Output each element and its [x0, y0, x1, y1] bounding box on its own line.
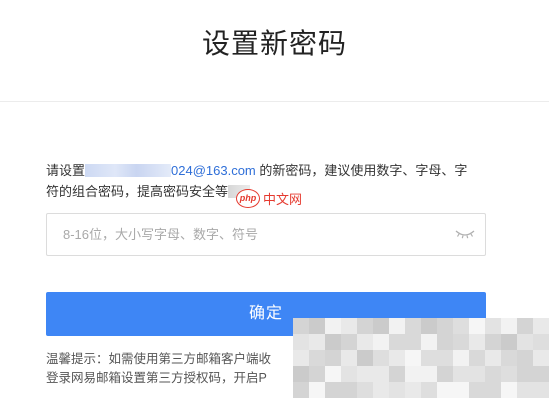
- mosaic-cell: [293, 334, 309, 350]
- mosaic-cell: [517, 366, 533, 382]
- mosaic-cell: [453, 366, 469, 382]
- mosaic-cell: [405, 382, 421, 398]
- mosaic-cell: [517, 382, 533, 398]
- mosaic-cell: [485, 350, 501, 366]
- mosaic-cell: [341, 334, 357, 350]
- mosaic-cell: [357, 366, 373, 382]
- page-header: 设置新密码: [0, 0, 549, 102]
- mosaic-cell: [373, 334, 389, 350]
- mosaic-cell: [293, 318, 309, 334]
- mosaic-cell: [309, 366, 325, 382]
- page-title: 设置新密码: [201, 28, 347, 59]
- mosaic-cell: [389, 382, 405, 398]
- mosaic-cell: [437, 350, 453, 366]
- mosaic-cell: [437, 366, 453, 382]
- mosaic-cell: [357, 318, 373, 334]
- mosaic-cell: [453, 382, 469, 398]
- mosaic-cell: [469, 366, 485, 382]
- set-new-password-page: 设置新密码 请设置 024@163.com 的新密码，建议使用数字、字母、字 符的…: [0, 0, 549, 398]
- mosaic-cell: [501, 366, 517, 382]
- eye-closed-icon[interactable]: [454, 227, 476, 241]
- mosaic-cell: [469, 382, 485, 398]
- mosaic-cell: [501, 334, 517, 350]
- mosaic-cell: [325, 334, 341, 350]
- mosaic-cell: [533, 334, 549, 350]
- mosaic-cell: [437, 334, 453, 350]
- mosaic-cell: [405, 366, 421, 382]
- pixelated-overlay: [293, 318, 549, 398]
- mosaic-cell: [341, 318, 357, 334]
- instruction-line2: 符的组合密码，提高密码安全等: [46, 184, 229, 199]
- mosaic-cell: [469, 350, 485, 366]
- mosaic-cell: [341, 350, 357, 366]
- mosaic-cell: [389, 334, 405, 350]
- mosaic-cell: [373, 382, 389, 398]
- new-password-input[interactable]: [63, 214, 443, 255]
- mosaic-cell: [485, 334, 501, 350]
- mosaic-cell: [293, 382, 309, 398]
- mosaic-cell: [341, 366, 357, 382]
- mosaic-cell: [501, 350, 517, 366]
- mosaic-cell: [389, 350, 405, 366]
- mosaic-cell: [405, 350, 421, 366]
- mosaic-cell: [469, 334, 485, 350]
- mosaic-cell: [293, 350, 309, 366]
- mosaic-cell: [421, 350, 437, 366]
- email-address: 024@163.com: [171, 163, 256, 178]
- mosaic-cell: [373, 350, 389, 366]
- mosaic-cell: [533, 318, 549, 334]
- mosaic-cell: [325, 318, 341, 334]
- mosaic-cell: [405, 334, 421, 350]
- mosaic-cell: [437, 382, 453, 398]
- mosaic-cell: [421, 334, 437, 350]
- mosaic-cell: [357, 334, 373, 350]
- mosaic-cell: [517, 334, 533, 350]
- mosaic-cell: [357, 382, 373, 398]
- mosaic-cell: [453, 334, 469, 350]
- mosaic-cell: [309, 334, 325, 350]
- mosaic-cell: [325, 350, 341, 366]
- mosaic-cell: [501, 318, 517, 334]
- mosaic-cell: [533, 366, 549, 382]
- mosaic-cell: [293, 366, 309, 382]
- mosaic-cell: [309, 318, 325, 334]
- mosaic-cell: [469, 318, 485, 334]
- mosaic-cell: [373, 366, 389, 382]
- mosaic-cell: [485, 318, 501, 334]
- masked-email-part: [85, 164, 172, 177]
- mosaic-cell: [437, 318, 453, 334]
- mosaic-cell: [325, 382, 341, 398]
- mosaic-cell: [309, 350, 325, 366]
- mosaic-cell: [533, 350, 549, 366]
- mosaic-cell: [501, 382, 517, 398]
- mosaic-cell: [309, 382, 325, 398]
- mosaic-cell: [405, 318, 421, 334]
- mosaic-cell: [325, 366, 341, 382]
- mosaic-cell: [533, 382, 549, 398]
- instruction-line1-suffix: 的新密码，建议使用数字、字母、字: [255, 163, 468, 178]
- mosaic-cell: [389, 366, 405, 382]
- mosaic-cell: [453, 350, 469, 366]
- mosaic-cell: [517, 350, 533, 366]
- mosaic-cell: [421, 382, 437, 398]
- mosaic-cell: [341, 382, 357, 398]
- instruction-prefix: 请设置: [46, 163, 86, 178]
- mosaic-cell: [421, 318, 437, 334]
- php-logo: php: [236, 189, 260, 208]
- mosaic-cell: [373, 318, 389, 334]
- mosaic-cell: [485, 366, 501, 382]
- mosaic-cell: [517, 318, 533, 334]
- mosaic-cell: [357, 350, 373, 366]
- mosaic-cell: [485, 382, 501, 398]
- new-password-field[interactable]: [46, 213, 486, 256]
- mosaic-cell: [389, 318, 405, 334]
- mosaic-cell: [421, 366, 437, 382]
- watermark-text: 中文网: [263, 192, 303, 207]
- mosaic-cell: [453, 318, 469, 334]
